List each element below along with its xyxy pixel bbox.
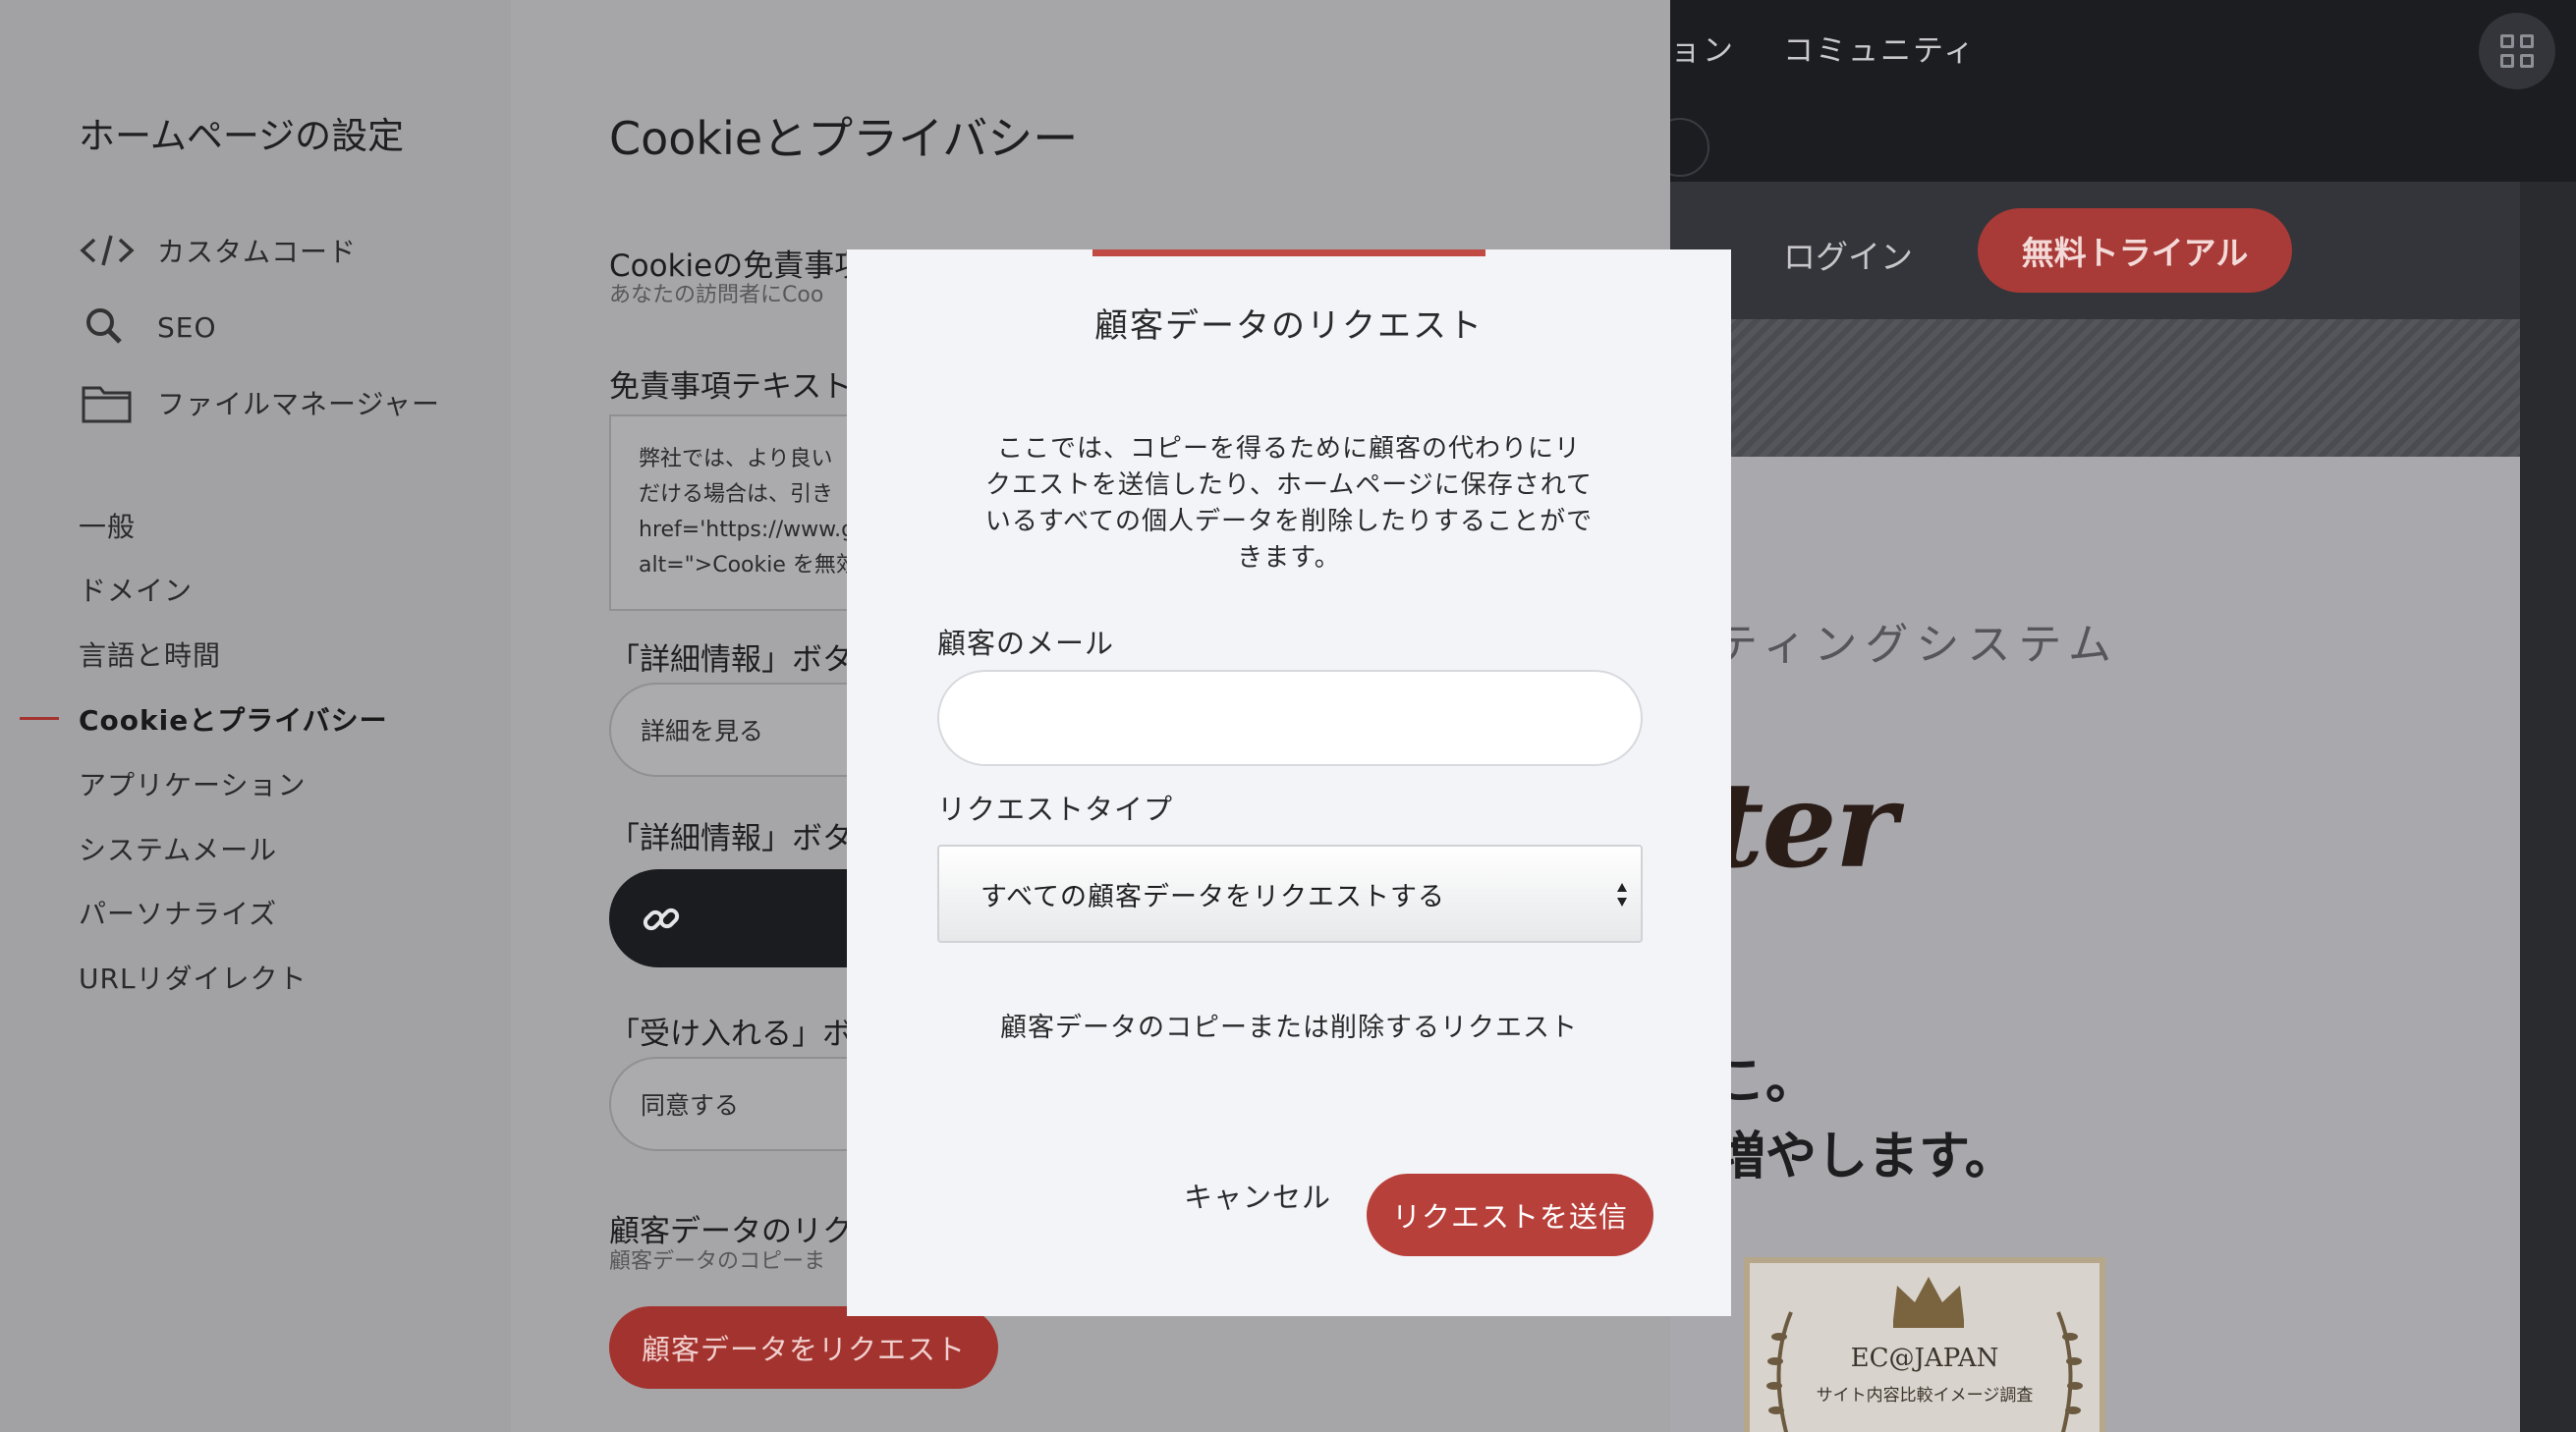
email-label: 顧客のメール — [937, 627, 1115, 660]
crown-icon — [1893, 1277, 1964, 1328]
sidebar-item-domain[interactable]: ドメイン — [79, 570, 193, 609]
login-link[interactable]: ログイン — [1783, 231, 1913, 278]
sidebar-item-personalize[interactable]: パーソナライズ — [79, 893, 277, 932]
cancel-button[interactable]: キャンセル — [1179, 1175, 1336, 1228]
sidebar-tool-label: SEO — [157, 310, 217, 344]
request-type-select[interactable]: すべての顧客データをリクエストする — [937, 845, 1643, 943]
dialog-accent-bar — [1092, 249, 1485, 256]
grid-icon[interactable] — [2479, 13, 2555, 89]
sidebar-tool-label: カスタムコード — [157, 236, 358, 268]
search-icon — [79, 303, 136, 352]
settings-sidebar: ホームページの設定 カスタムコード SEO ファイルマネージャー 一般 ドメイン… — [0, 0, 511, 1432]
sidebar-item-cookie-privacy[interactable]: Cookieとプライバシー — [79, 699, 388, 739]
nav-item-fragment[interactable]: ョン — [1670, 26, 1735, 70]
sidebar-title: ホームページの設定 — [79, 115, 405, 157]
disclaimer-subtitle: あなたの訪問者にCoo — [609, 283, 824, 307]
request-type-value: すべての顧客データをリクエストする — [980, 881, 1446, 912]
customer-data-subtitle: 顧客データのコピーま — [609, 1249, 826, 1274]
select-arrows-icon — [1617, 883, 1627, 907]
brand-logo: ter — [1709, 756, 1897, 895]
send-request-button[interactable]: リクエストを送信 — [1367, 1174, 1653, 1256]
request-type-hint: 顧客データのコピーまたは削除するリクエスト — [1000, 1013, 1578, 1043]
more-info-link-label: 「詳細情報」ボタ — [609, 821, 853, 856]
link-icon — [643, 908, 680, 931]
more-info-label: 「詳細情報」ボタ — [609, 642, 853, 678]
sidebar-item-url-redirect[interactable]: URLリダイレクト — [79, 958, 308, 997]
accept-label: 「受け入れる」ボ — [609, 1017, 853, 1052]
sidebar-tool-seo[interactable]: SEO — [79, 303, 217, 352]
free-trial-button[interactable]: 無料トライアル — [1978, 208, 2292, 293]
sidebar-tool-file-manager[interactable]: ファイルマネージャー — [79, 378, 440, 427]
active-indicator — [20, 717, 59, 720]
request-type-label: リクエストタイプ — [937, 793, 1174, 826]
request-customer-data-button[interactable]: 顧客データをリクエスト — [609, 1306, 998, 1389]
dialog-description: ここでは、コピーを得るために顧客の代わりにリクエストを送信したり、ホームページに… — [984, 434, 1594, 573]
preview-edge — [2520, 182, 2576, 1432]
dialog-title: 顧客データのリクエスト — [1094, 306, 1484, 346]
stripe-banner — [1670, 319, 2576, 457]
sidebar-item-language-time[interactable]: 言語と時間 — [79, 634, 221, 674]
customer-data-request-dialog: 顧客データのリクエスト ここでは、コピーを得るために顧客の代わりにリクエストを送… — [847, 249, 1731, 1316]
folder-icon — [79, 378, 136, 427]
award-badge: EC@JAPAN サイト内容比較イメージ調査 — [1744, 1257, 2105, 1432]
disclaimer-text-label: 免責事項テキスト — [609, 369, 853, 405]
hero-line-2: 増やします。 — [1714, 1128, 2016, 1186]
search-stub — [1670, 118, 1709, 177]
sidebar-tool-label: ファイルマネージャー — [157, 388, 441, 420]
code-icon — [79, 226, 136, 275]
customer-email-input[interactable] — [937, 670, 1643, 766]
preview-topbar: ョン コミュニティ — [1670, 0, 2576, 182]
badge-subtitle: サイト内容比較イメージ調査 — [1816, 1386, 2034, 1405]
laurel-right-icon — [2056, 1311, 2083, 1432]
badge-title: EC@JAPAN — [1850, 1344, 1999, 1373]
site-preview: ョン コミュニティ ン ログイン 無料トライアル ティングシステム ter こ。… — [1670, 0, 2576, 1432]
sidebar-tool-custom-code[interactable]: カスタムコード — [79, 226, 357, 275]
sidebar-item-applications[interactable]: アプリケーション — [79, 764, 306, 803]
nav-item-community[interactable]: コミュニティ — [1783, 26, 1976, 70]
sidebar-item-general[interactable]: 一般 — [79, 506, 136, 545]
system-text: ティングシステム — [1714, 620, 2120, 670]
page-title: Cookieとプライバシー — [609, 112, 1079, 165]
sidebar-item-system-mail[interactable]: システムメール — [79, 829, 277, 868]
